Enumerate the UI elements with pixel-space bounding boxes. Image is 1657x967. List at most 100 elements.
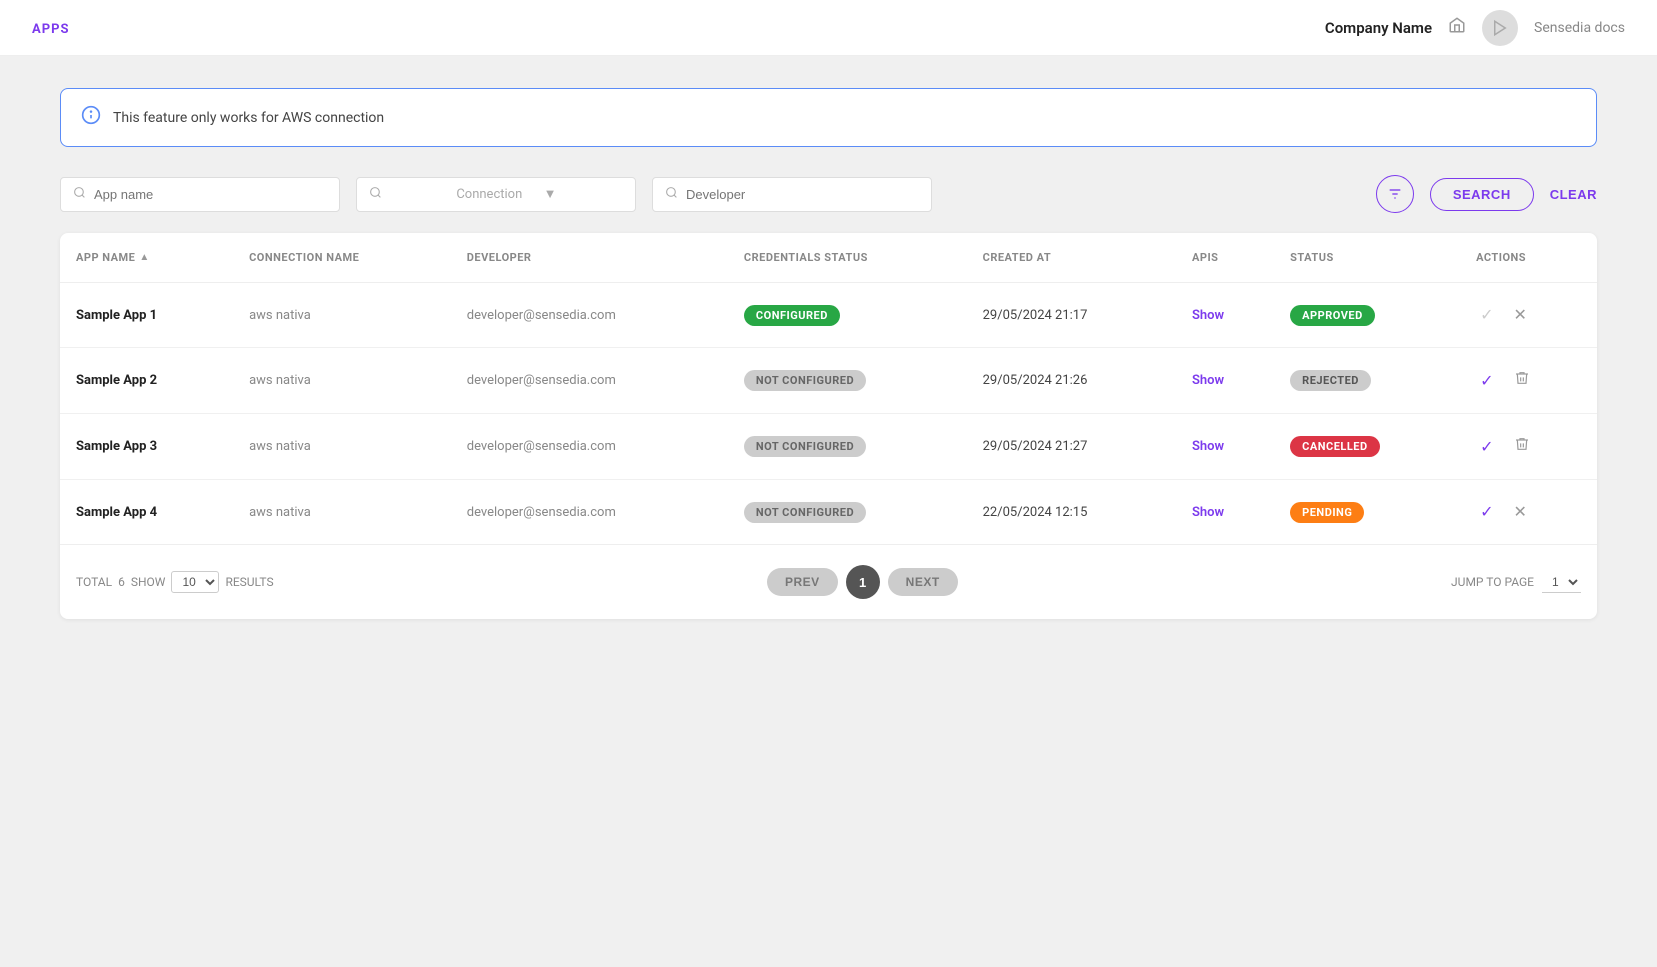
filter-row: Connection ▼ SEARCH CLEAR xyxy=(60,175,1597,213)
col-created-at: CREATED AT xyxy=(967,233,1176,283)
header-right: Company Name Sensedia docs xyxy=(1325,10,1625,46)
jump-label: JUMP TO PAGE xyxy=(1451,575,1534,589)
status-badge: REJECTED xyxy=(1290,370,1371,391)
apps-title: APPS xyxy=(32,22,70,37)
info-icon xyxy=(81,105,101,130)
cell-created-at: 29/05/2024 21:26 xyxy=(967,348,1176,414)
cell-app-name: Sample App 2 xyxy=(60,348,233,414)
header-left: APPS xyxy=(32,18,70,37)
cell-app-name: Sample App 3 xyxy=(60,414,233,480)
show-apis-link[interactable]: Show xyxy=(1192,505,1224,520)
sensedia-docs-link[interactable]: Sensedia docs xyxy=(1534,20,1625,36)
cell-created-at: 29/05/2024 21:27 xyxy=(967,414,1176,480)
col-developer: DEVELOPER xyxy=(451,233,728,283)
cell-status: APPROVED xyxy=(1274,283,1460,348)
cell-actions: ✓ xyxy=(1460,348,1597,414)
connection-dropdown[interactable]: Connection ▼ xyxy=(356,177,636,212)
col-apis: APIS xyxy=(1176,233,1274,283)
cell-developer: developer@sensedia.com xyxy=(451,348,728,414)
cell-credentials-status: NOT CONFIGURED xyxy=(728,480,967,545)
next-button[interactable]: NEXT xyxy=(888,568,958,596)
show-apis-link[interactable]: Show xyxy=(1192,439,1224,454)
table-row: Sample App 3 aws nativa developer@sensed… xyxy=(60,414,1597,480)
home-button[interactable] xyxy=(1448,16,1466,39)
approve-button[interactable]: ✓ xyxy=(1476,367,1497,395)
developer-search[interactable] xyxy=(652,177,932,212)
cell-app-name: Sample App 4 xyxy=(60,480,233,545)
header: APPS Company Name Sensedia docs xyxy=(0,0,1657,56)
connection-placeholder: Connection xyxy=(456,187,535,202)
reject-button[interactable]: ✕ xyxy=(1510,498,1531,526)
cell-connection-name: aws nativa xyxy=(233,414,451,480)
cell-actions: ✓ ✕ xyxy=(1460,283,1597,348)
avatar-button[interactable] xyxy=(1482,10,1518,46)
cell-actions: ✓ xyxy=(1460,414,1597,480)
cell-credentials-status: NOT CONFIGURED xyxy=(728,414,967,480)
main-content: This feature only works for AWS connecti… xyxy=(0,56,1657,651)
app-name-input[interactable] xyxy=(94,187,327,202)
table-row: Sample App 1 aws nativa developer@sensed… xyxy=(60,283,1597,348)
approve-button[interactable]: ✓ xyxy=(1476,433,1497,461)
table-header-row: APP NAME ▲ CONNECTION NAME DEVELOPER CRE… xyxy=(60,233,1597,283)
table-row: Sample App 4 aws nativa developer@sensed… xyxy=(60,480,1597,545)
delete-button[interactable] xyxy=(1510,366,1534,395)
show-apis-link[interactable]: Show xyxy=(1192,308,1224,323)
search-button[interactable]: SEARCH xyxy=(1430,178,1534,211)
cell-apis: Show xyxy=(1176,414,1274,480)
cell-actions: ✓ ✕ xyxy=(1460,480,1597,545)
search-icon-3 xyxy=(665,186,678,203)
approve-button[interactable]: ✓ xyxy=(1476,498,1497,526)
page-1-button[interactable]: 1 xyxy=(846,565,880,599)
credentials-badge: NOT CONFIGURED xyxy=(744,370,866,391)
cell-status: PENDING xyxy=(1274,480,1460,545)
app-name-search[interactable] xyxy=(60,177,340,212)
jump-select[interactable]: 1 xyxy=(1542,572,1581,593)
table-body: Sample App 1 aws nativa developer@sensed… xyxy=(60,283,1597,545)
show-apis-link[interactable]: Show xyxy=(1192,373,1224,388)
chevron-down-icon: ▼ xyxy=(544,186,623,202)
delete-button[interactable] xyxy=(1510,432,1534,461)
prev-button[interactable]: PREV xyxy=(767,568,838,596)
company-name: Company Name xyxy=(1325,19,1432,37)
clear-button[interactable]: CLEAR xyxy=(1550,187,1597,202)
info-banner: This feature only works for AWS connecti… xyxy=(60,88,1597,147)
cell-developer: developer@sensedia.com xyxy=(451,480,728,545)
cell-credentials-status: NOT CONFIGURED xyxy=(728,348,967,414)
jump-to-page: JUMP TO PAGE 1 xyxy=(1451,572,1581,593)
cell-apis: Show xyxy=(1176,348,1274,414)
developer-input[interactable] xyxy=(686,187,919,202)
results-label: RESULTS xyxy=(225,575,273,589)
info-banner-text: This feature only works for AWS connecti… xyxy=(113,110,384,126)
col-actions: ACTIONS xyxy=(1460,233,1597,283)
reject-button[interactable]: ✕ xyxy=(1510,301,1531,329)
credentials-badge: CONFIGURED xyxy=(744,305,840,326)
cell-status: CANCELLED xyxy=(1274,414,1460,480)
filter-button[interactable] xyxy=(1376,175,1414,213)
approve-button-disabled: ✓ xyxy=(1476,301,1497,329)
cell-connection-name: aws nativa xyxy=(233,348,451,414)
cell-developer: developer@sensedia.com xyxy=(451,414,728,480)
actions-cell: ✓ ✕ xyxy=(1476,301,1581,329)
col-credentials-status: CREDENTIALS STATUS xyxy=(728,233,967,283)
total-count: 6 xyxy=(118,575,125,589)
cell-connection-name: aws nativa xyxy=(233,283,451,348)
show-label: SHOW xyxy=(131,575,166,589)
cell-apis: Show xyxy=(1176,283,1274,348)
status-badge: APPROVED xyxy=(1290,305,1375,326)
pagination-center: PREV 1 NEXT xyxy=(286,565,1439,599)
search-icon-2 xyxy=(369,186,448,203)
col-app-name: APP NAME ▲ xyxy=(60,233,233,283)
pagination-row: TOTAL 6 SHOW 10 25 50 RESULTS PREV 1 NEX… xyxy=(60,544,1597,619)
cell-connection-name: aws nativa xyxy=(233,480,451,545)
cell-status: REJECTED xyxy=(1274,348,1460,414)
actions-cell: ✓ xyxy=(1476,432,1581,461)
show-select[interactable]: 10 25 50 xyxy=(171,571,219,593)
status-badge: PENDING xyxy=(1290,502,1364,523)
sort-icon: ▲ xyxy=(139,252,149,263)
apps-table-container: APP NAME ▲ CONNECTION NAME DEVELOPER CRE… xyxy=(60,233,1597,619)
cell-credentials-status: CONFIGURED xyxy=(728,283,967,348)
total-label: TOTAL xyxy=(76,575,112,589)
search-icon xyxy=(73,186,86,203)
pagination-info: TOTAL 6 SHOW 10 25 50 RESULTS xyxy=(76,571,274,593)
col-connection-name: CONNECTION NAME xyxy=(233,233,451,283)
